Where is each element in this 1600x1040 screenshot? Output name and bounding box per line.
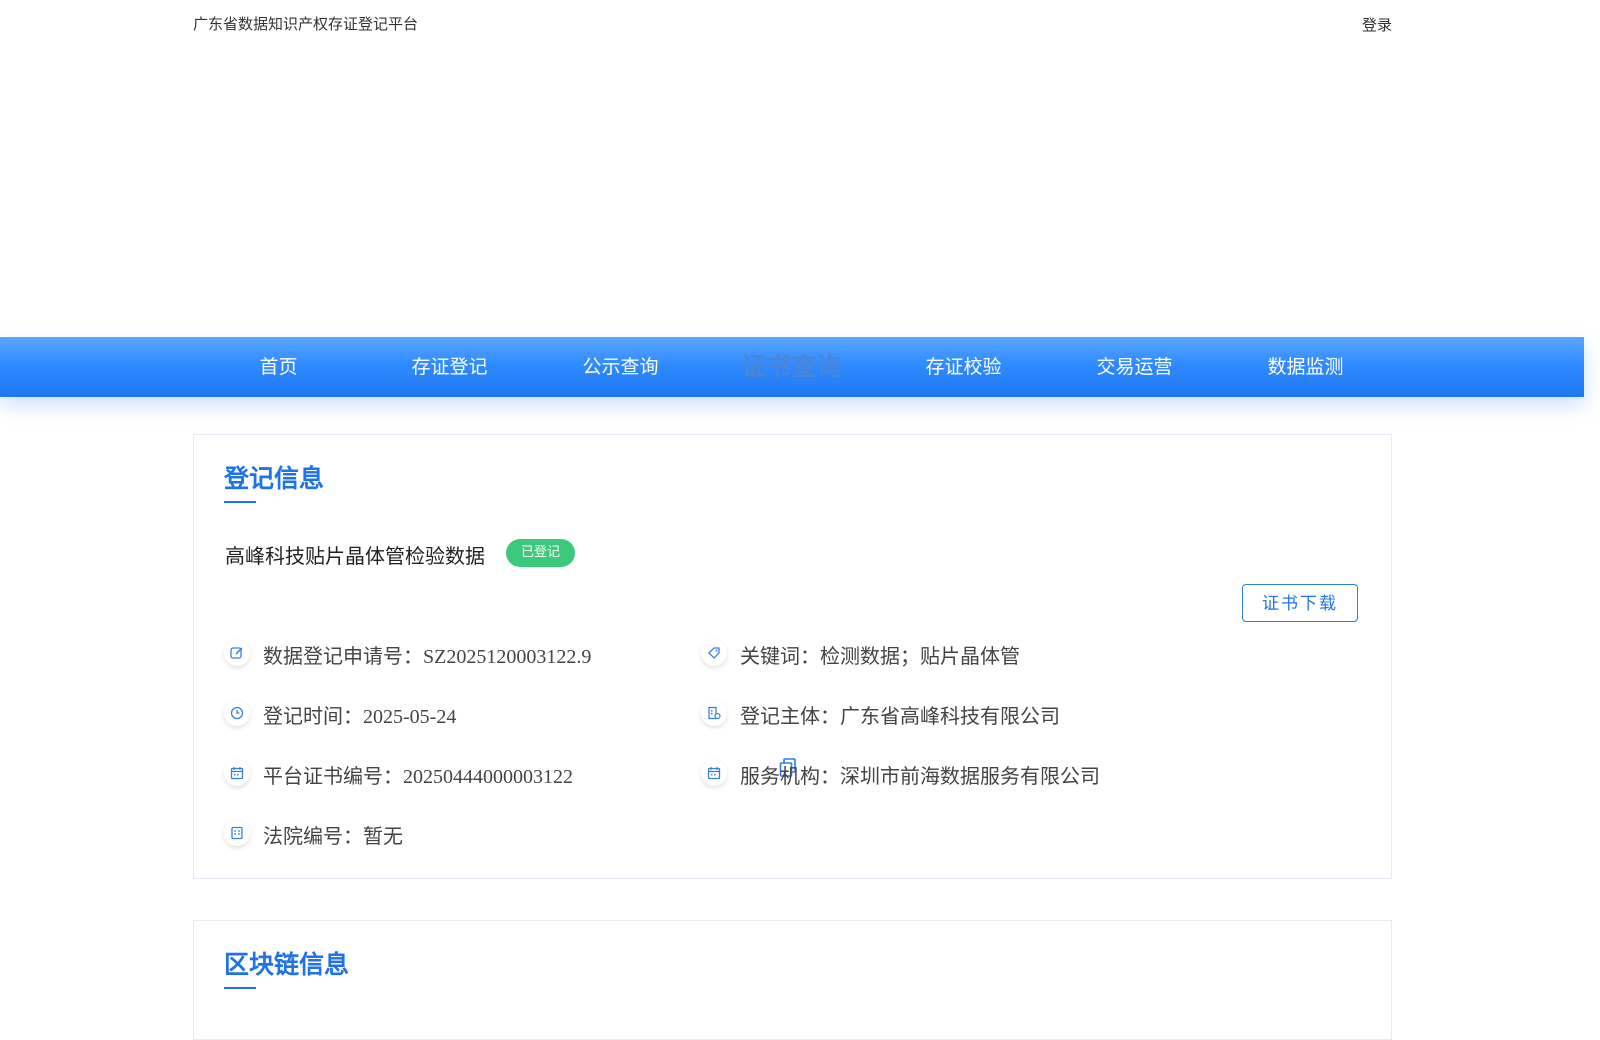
clock-icon: [224, 700, 250, 726]
nav-public-query[interactable]: 公示查询: [535, 337, 706, 397]
edit-icon: [224, 640, 250, 666]
reg-time-label: 登记时间：: [263, 704, 363, 728]
court-no-value: 暂无: [363, 824, 403, 848]
building-icon: [701, 700, 727, 726]
keywords-label: 关键词：: [740, 644, 820, 668]
nav-certificate-query[interactable]: 证书查询: [706, 337, 877, 397]
agency-label: 服务机构：: [740, 764, 840, 788]
court-no-label: 法院编号：: [263, 824, 363, 848]
blockchain-info-card: 区块链信息: [193, 920, 1392, 1040]
document-icon: [224, 820, 250, 846]
nav-monitoring[interactable]: 数据监测: [1220, 337, 1391, 397]
login-link[interactable]: 登录: [1362, 14, 1392, 35]
agency-value: 深圳市前海数据服务有限公司: [840, 764, 1100, 788]
tag-icon: [701, 640, 727, 666]
subject-label: 登记主体：: [740, 704, 840, 728]
blockchain-info-title: 区块链信息: [224, 950, 350, 979]
registration-info-title: 登记信息: [224, 464, 325, 493]
top-header: 广东省数据知识产权存证登记平台 登录: [0, 0, 1584, 48]
subject-value: 广东省高峰科技有限公司: [840, 704, 1060, 728]
cert-no-value: 20250444000003122: [403, 766, 573, 788]
nav-verification[interactable]: 存证校验: [878, 337, 1049, 397]
certificate-download-button[interactable]: 证书下载: [1242, 584, 1358, 622]
calendar-icon: [701, 760, 727, 786]
data-name: 高峰科技贴片晶体管检验数据: [225, 544, 485, 568]
reg-time-value: 2025-05-24: [363, 706, 457, 728]
keywords-value: 检测数据；贴片晶体管: [820, 644, 1020, 668]
nav-home[interactable]: 首页: [193, 337, 364, 397]
registration-info-card: 登记信息 高峰科技贴片晶体管检验数据 已登记 证书下载 数据登记申请号：SZ20…: [193, 434, 1392, 879]
cert-no-label: 平台证书编号：: [263, 764, 403, 788]
nav-registration[interactable]: 存证登记: [364, 337, 535, 397]
title-underline: [224, 987, 256, 989]
title-underline: [224, 501, 256, 503]
application-no-label: 数据登记申请号：: [263, 644, 423, 668]
nav-trading[interactable]: 交易运营: [1049, 337, 1220, 397]
status-badge: 已登记: [506, 539, 576, 567]
calendar-icon: [224, 760, 250, 786]
application-no-value: SZ2025120003122.9: [423, 646, 592, 668]
main-nav: 首页 存证登记 公示查询 证书查询 存证校验 交易运营 数据监测: [0, 337, 1584, 397]
site-title: 广东省数据知识产权存证登记平台: [193, 15, 419, 33]
